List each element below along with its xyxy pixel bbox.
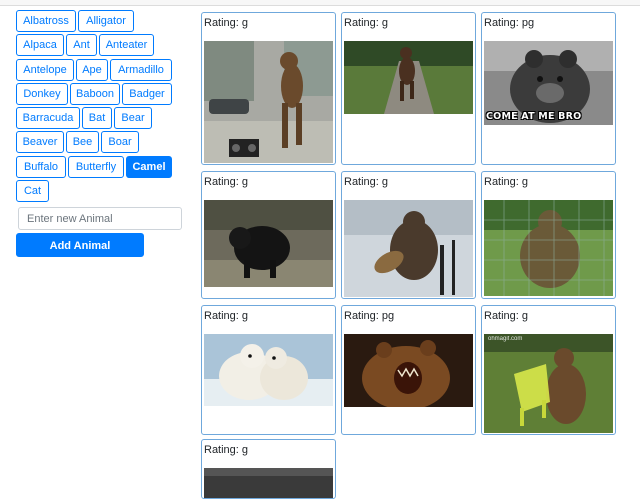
gif-card: Rating: g xyxy=(201,305,336,435)
rating-value: g xyxy=(381,176,389,188)
animal-button-barracuda[interactable]: Barracuda xyxy=(16,107,80,129)
rating-label: Rating: xyxy=(344,310,382,322)
rating-text: Rating: pg xyxy=(484,17,534,29)
rating-label: Rating: xyxy=(204,176,242,188)
meme-caption: COME AT ME BRO xyxy=(486,111,582,122)
gif-image[interactable]: COME AT ME BRO xyxy=(484,41,613,125)
animal-button-boar[interactable]: Boar xyxy=(101,131,139,153)
animal-button-antelope[interactable]: Antelope xyxy=(16,59,74,81)
gif-image[interactable] xyxy=(204,200,333,287)
gif-card: Rating: g xyxy=(201,439,336,499)
animal-button-beaver[interactable]: Beaver xyxy=(16,131,64,153)
animal-button-anteater[interactable]: Anteater xyxy=(99,34,154,56)
rating-value: g xyxy=(521,176,529,188)
gif-card: Rating: g xyxy=(481,171,616,299)
animal-button-albatross[interactable]: Albatross xyxy=(16,10,76,32)
gif-image[interactable] xyxy=(204,41,333,163)
rating-label: Rating: xyxy=(484,176,522,188)
gif-card: Rating: pg COME AT ME BRO xyxy=(481,12,616,165)
animal-button-baboon[interactable]: Baboon xyxy=(70,83,120,105)
animal-button-bat[interactable]: Bat xyxy=(82,107,112,129)
gif-image[interactable] xyxy=(204,468,333,498)
gif-image[interactable] xyxy=(344,200,473,297)
gif-image[interactable] xyxy=(204,334,333,406)
new-animal-input[interactable] xyxy=(18,207,182,230)
rating-value: g xyxy=(241,310,249,322)
rating-text: Rating: g xyxy=(204,17,248,29)
gif-card: Rating: g xyxy=(341,171,476,299)
animal-button-butterfly[interactable]: Butterfly xyxy=(68,156,124,178)
rating-text: Rating: g xyxy=(344,176,388,188)
rating-value: g xyxy=(381,17,389,29)
animal-button-badger[interactable]: Badger xyxy=(122,83,172,105)
animal-button-bee[interactable]: Bee xyxy=(66,131,99,153)
rating-label: Rating: xyxy=(204,444,242,456)
gif-card: Rating: pg xyxy=(341,305,476,435)
animal-button-donkey[interactable]: Donkey xyxy=(16,83,68,105)
animal-button-ape[interactable]: Ape xyxy=(76,59,108,81)
gif-card: Rating: g xyxy=(201,171,336,299)
rating-label: Rating: xyxy=(204,310,242,322)
add-animal-button[interactable]: Add Animal xyxy=(16,233,144,257)
rating-text: Rating: g xyxy=(344,17,388,29)
rating-label: Rating: xyxy=(344,17,382,29)
rating-text: Rating: g xyxy=(484,176,528,188)
gif-image[interactable]: ohmagif.com xyxy=(484,334,613,433)
rating-value: g xyxy=(241,17,249,29)
gif-card: Rating: g xyxy=(341,12,476,165)
rating-value: g xyxy=(241,176,249,188)
animal-button-bear[interactable]: Bear xyxy=(114,107,152,129)
animal-button-cat[interactable]: Cat xyxy=(16,180,49,202)
rating-text: Rating: g xyxy=(484,310,528,322)
rating-text: Rating: g xyxy=(204,444,248,456)
rating-label: Rating: xyxy=(484,310,522,322)
rating-value: g xyxy=(521,310,529,322)
rating-value: g xyxy=(241,444,249,456)
animal-button-alligator[interactable]: Alligator xyxy=(78,10,134,32)
gif-card: Rating: g xyxy=(201,12,336,165)
animal-button-alpaca[interactable]: Alpaca xyxy=(16,34,64,56)
gif-watermark: ohmagif.com xyxy=(488,336,523,342)
gif-image[interactable] xyxy=(344,41,473,114)
rating-label: Rating: xyxy=(344,176,382,188)
gif-card: Rating: g ohmagif.com xyxy=(481,305,616,435)
rating-value: pg xyxy=(521,17,535,29)
rating-label: Rating: xyxy=(484,17,522,29)
animal-button-camel[interactable]: Camel xyxy=(126,156,172,178)
gif-image[interactable] xyxy=(344,334,473,407)
animal-button-ant[interactable]: Ant xyxy=(66,34,97,56)
rating-value: pg xyxy=(381,310,395,322)
rating-label: Rating: xyxy=(204,17,242,29)
gif-image[interactable] xyxy=(484,200,613,296)
animal-button-buffalo[interactable]: Buffalo xyxy=(16,156,66,178)
rating-text: Rating: g xyxy=(204,176,248,188)
animal-button-armadillo[interactable]: Armadillo xyxy=(110,59,172,81)
top-rule xyxy=(0,0,640,6)
rating-text: Rating: g xyxy=(204,310,248,322)
rating-text: Rating: pg xyxy=(344,310,394,322)
